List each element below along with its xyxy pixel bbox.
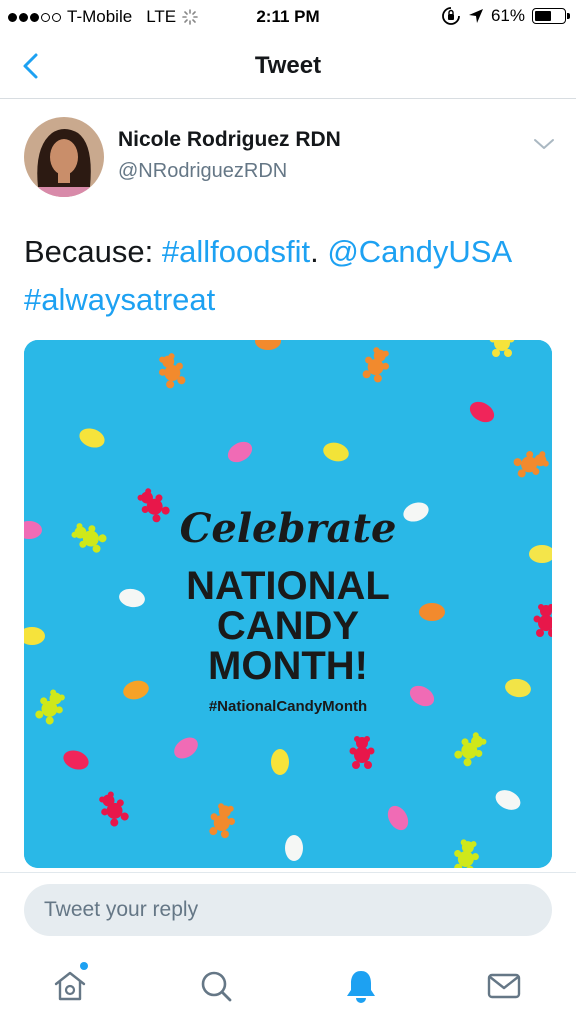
rotation-lock-icon xyxy=(442,7,460,25)
user-handle[interactable]: @NRodriguezRDN xyxy=(118,160,287,183)
media-script-word: Celebrate xyxy=(179,505,397,552)
jelly-bean xyxy=(271,749,289,775)
media-headline-line2: CANDY xyxy=(216,604,360,648)
hashtag-link[interactable]: #allfoodsfit xyxy=(162,234,310,269)
battery-percent: 61% xyxy=(490,6,525,25)
media-headline-line1: NATIONAL xyxy=(186,564,390,608)
home-icon[interactable] xyxy=(50,966,90,1006)
navigation-bar: Tweet xyxy=(0,36,576,99)
messages-envelope-icon[interactable] xyxy=(484,966,524,1006)
tweet-text-prefix: Because: xyxy=(24,234,162,269)
page-title: Tweet xyxy=(254,52,322,79)
divider xyxy=(0,872,576,873)
tweet-text-separator: . xyxy=(310,234,328,269)
notifications-bell-icon[interactable] xyxy=(341,966,381,1006)
avatar[interactable] xyxy=(24,117,104,197)
display-name[interactable]: Nicole Rodriguez RDN xyxy=(118,128,341,152)
mention-link[interactable]: @CandyUSA xyxy=(327,234,512,269)
tab-bar xyxy=(0,952,576,1024)
status-bar: T-Mobile LTE 2:11 PM 61% xyxy=(0,0,576,36)
chevron-down-icon[interactable] xyxy=(533,136,555,152)
status-right: 61% xyxy=(441,6,570,26)
jelly-bean xyxy=(285,835,303,861)
search-icon[interactable] xyxy=(196,966,236,1006)
media-hashtag: #NationalCandyMonth xyxy=(208,698,368,715)
hashtag-link[interactable]: #alwaysatreat xyxy=(24,282,215,317)
tweet-text: Because: #allfoodsfit. @CandyUSA #alwaysa… xyxy=(24,228,554,324)
battery-icon xyxy=(532,8,570,24)
tweet-media-image[interactable]: Celebrate NATIONAL CANDY MONTH! #Nationa… xyxy=(24,340,552,868)
reply-input[interactable]: Tweet your reply xyxy=(24,884,552,936)
reply-placeholder: Tweet your reply xyxy=(44,898,199,921)
media-headline-line3: MONTH! xyxy=(208,644,368,688)
location-arrow-icon xyxy=(468,9,483,23)
